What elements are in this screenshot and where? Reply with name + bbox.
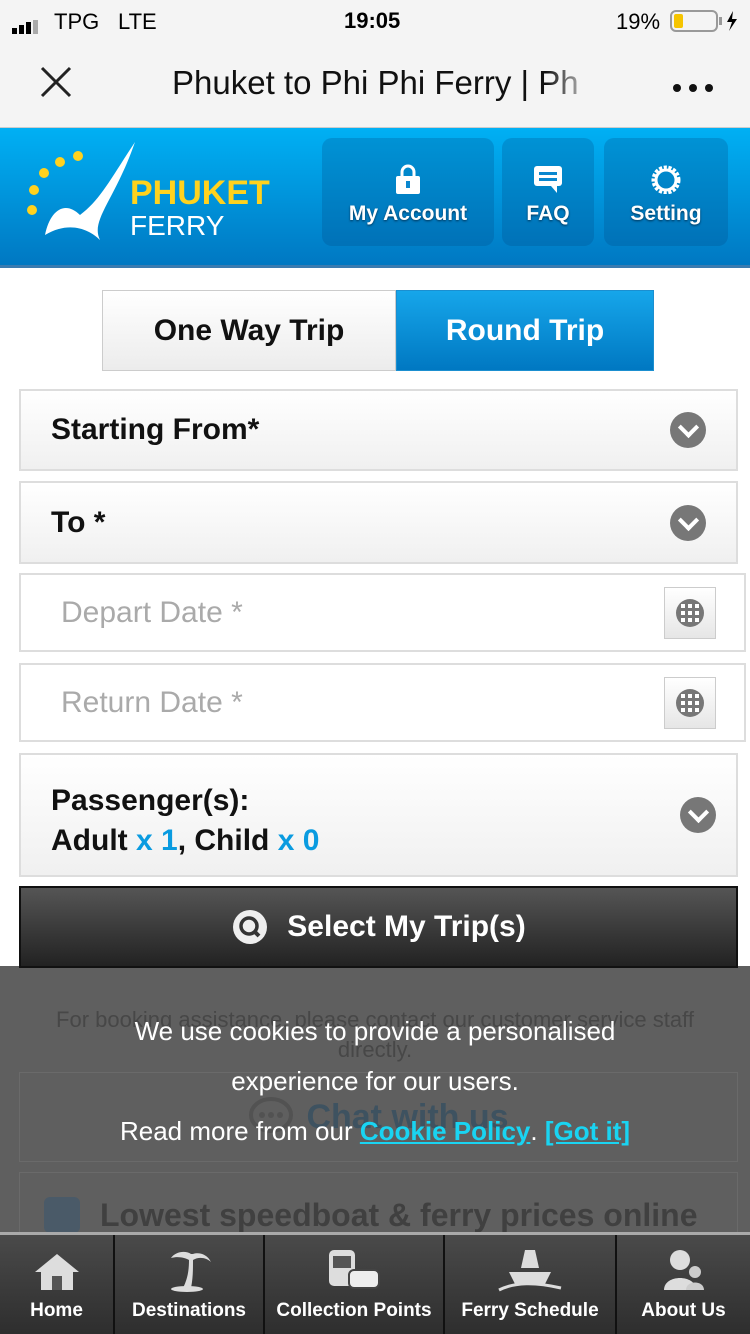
page-title: Phuket to Phi Phi Ferry | Ph [172,64,579,101]
time: 19:05 [344,8,401,33]
browser-nav: Phuket to Phi Phi Ferry | Ph [0,40,750,128]
site-header: PHUKET FERRY My Account FAQ Setting [0,128,750,268]
cookie-policy-link[interactable]: Cookie Policy [360,1116,531,1146]
calendar-icon[interactable] [664,677,716,729]
ship-icon [498,1250,562,1292]
nav-about-us[interactable]: About Us [617,1235,750,1334]
my-account-button[interactable]: My Account [322,138,494,246]
bus-car-icon [329,1250,380,1289]
battery-percent: 19% [616,9,661,34]
child-count: x 0 [277,824,320,857]
assistance-text: For booking assistance, please contact o… [56,1007,694,1062]
gear-icon [651,165,681,194]
starting-from-select[interactable]: Starting From* [19,389,738,471]
faq-button[interactable]: FAQ [502,138,594,246]
passengers-select[interactable]: Passenger(s): Adult x 1, Child x 0 [19,753,738,877]
lock-icon [396,164,420,194]
passengers-label: Passenger(s): [51,784,250,817]
signal-icon [12,14,46,40]
search-icon [233,910,268,944]
nav-home[interactable]: Home [0,1235,115,1334]
more-icon[interactable] [672,80,716,98]
got-it-button[interactable]: [Got it] [545,1116,630,1146]
status-bar: TPG LTE 19:05 19% [0,0,750,40]
nav-destinations[interactable]: Destinations [115,1235,265,1334]
chevron-down-icon [680,797,716,833]
logo[interactable]: PHUKET FERRY [20,140,270,255]
checkbox-icon [44,1197,80,1233]
chevron-down-icon [670,504,706,541]
tab-one-way-trip[interactable]: One Way Trip [102,290,396,371]
close-icon[interactable] [40,66,72,103]
nav-ferry-schedule[interactable]: Ferry Schedule [445,1235,617,1334]
chevron-down-icon [670,412,706,448]
calendar-icon[interactable] [664,587,716,639]
return-date-input[interactable]: Return Date * [19,663,746,742]
chat-icon [249,1097,294,1133]
depart-date-input[interactable]: Depart Date * [19,573,746,652]
user-icon [663,1250,704,1290]
to-select[interactable]: To * [19,481,738,564]
adult-count: x 1 [135,824,178,857]
nav-collection-points[interactable]: Collection Points [265,1235,445,1334]
select-my-trips-button[interactable]: Select My Trip(s) [19,886,738,968]
setting-button[interactable]: Setting [604,138,728,246]
battery-icon [670,9,740,39]
home-icon [34,1254,79,1290]
chat-bubble-icon [534,166,562,193]
tab-round-trip[interactable]: Round Trip [396,290,654,371]
network: LTE [118,9,157,34]
palm-tree-icon [171,1251,211,1292]
bottom-nav: Home Destinations Collection Points Ferr… [0,1232,750,1334]
lowest-price-banner: Lowest speedboat & ferry prices online [19,1172,738,1233]
logo-text-ferry: FERRY [130,210,225,241]
logo-text-phuket: PHUKET [130,174,270,212]
carrier: TPG [54,9,100,34]
